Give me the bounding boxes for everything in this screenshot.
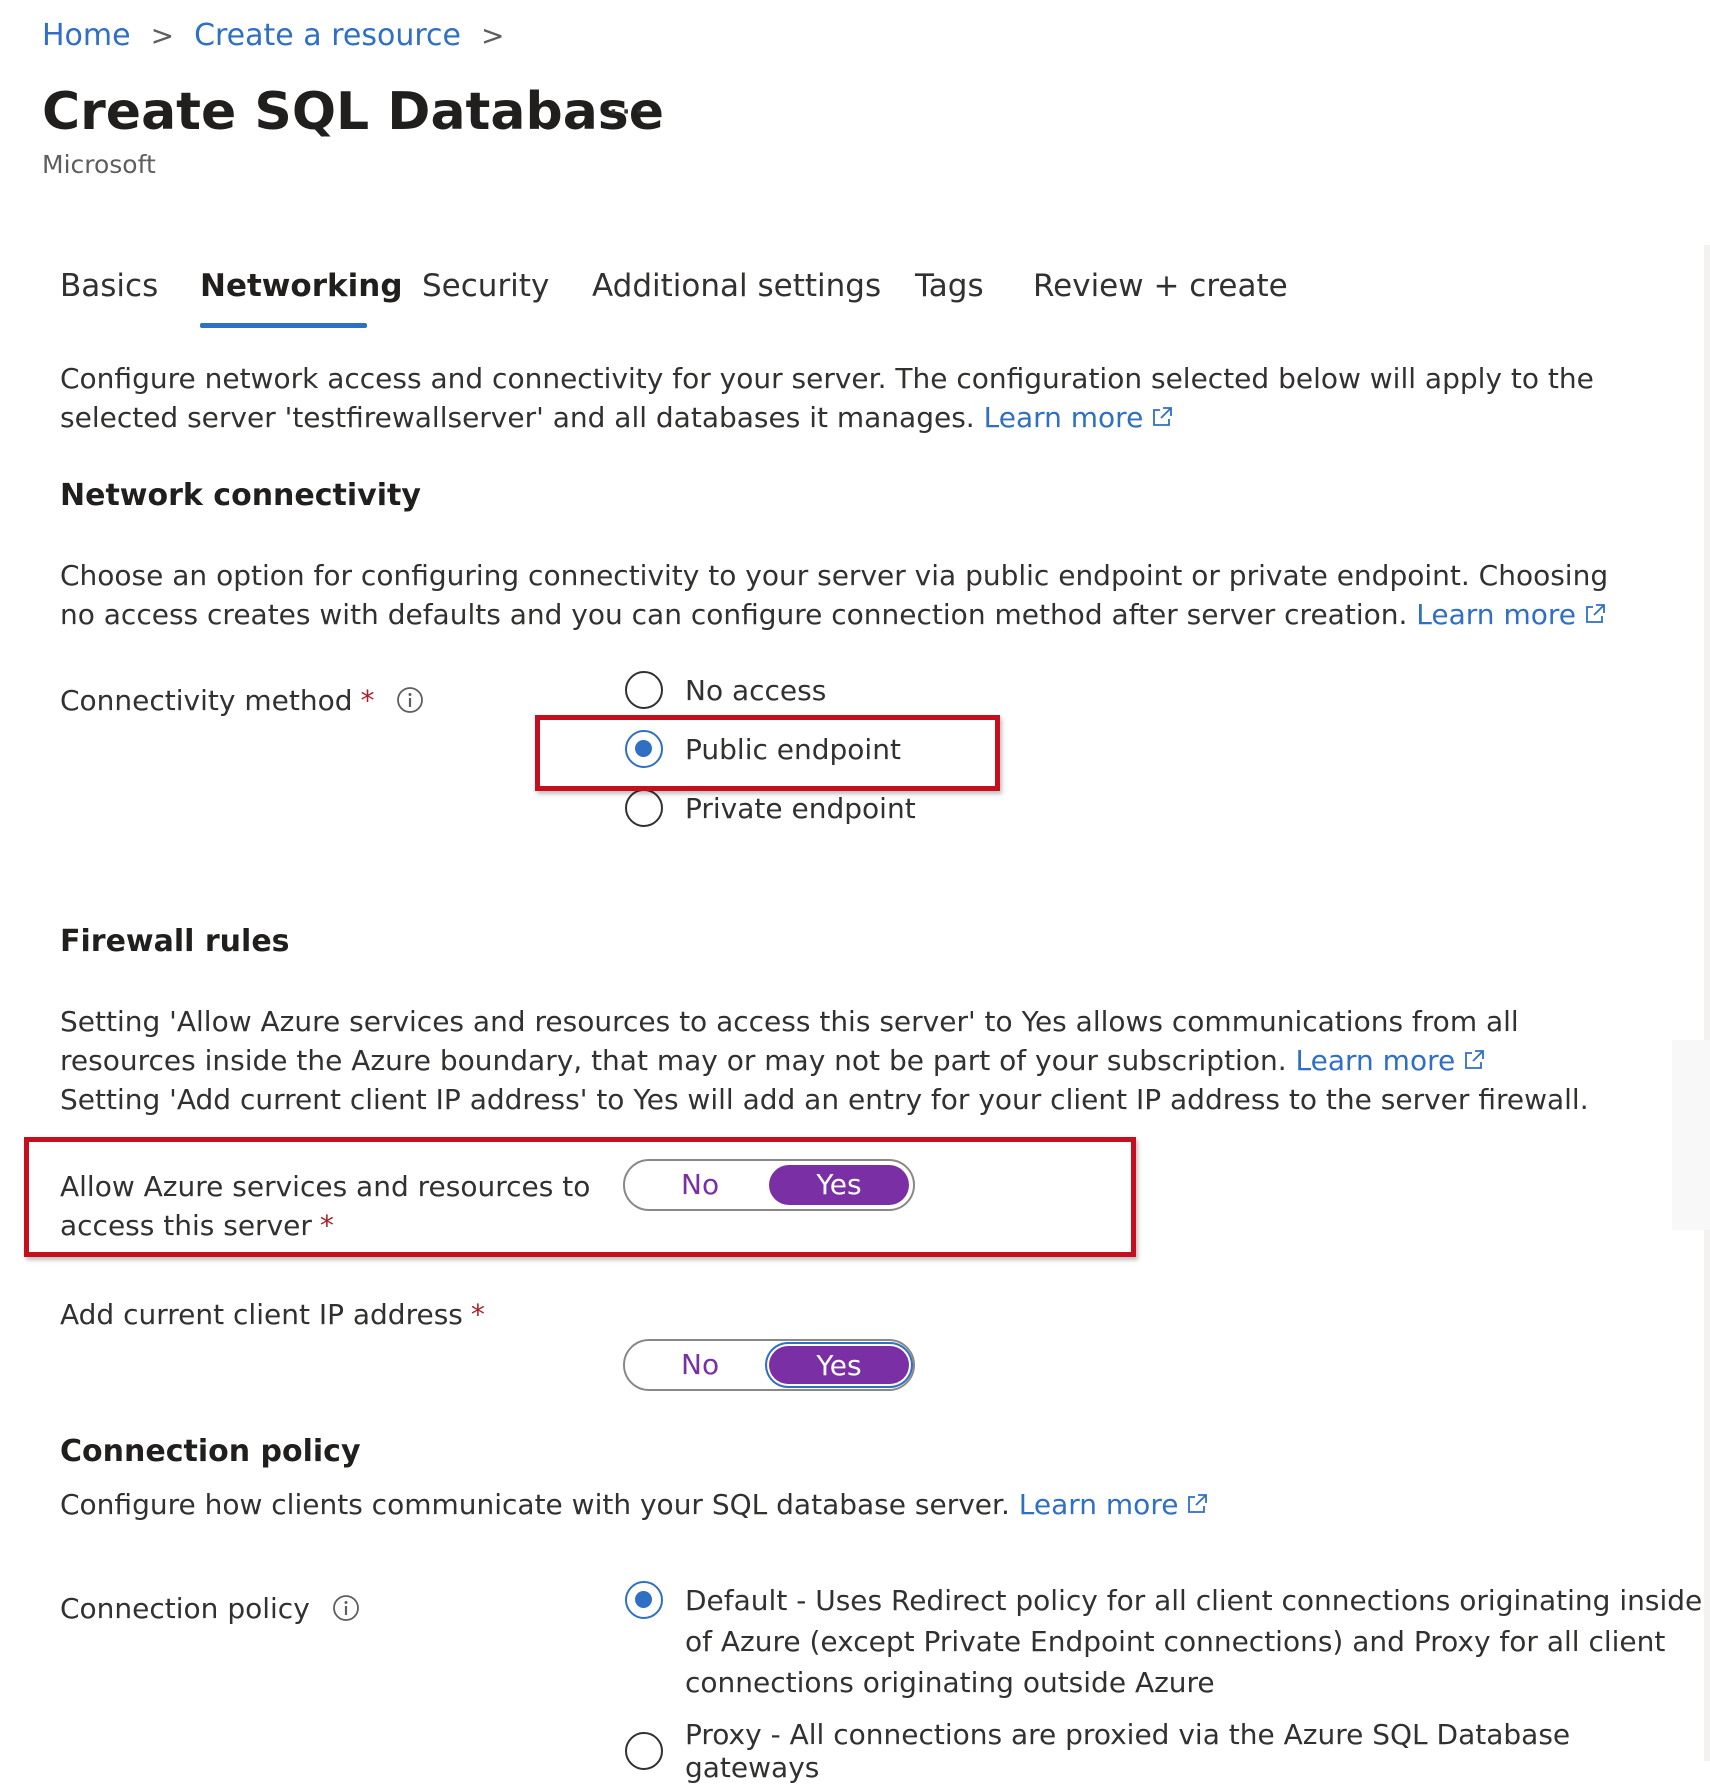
breadcrumb: Home > Create a resource > bbox=[42, 18, 524, 53]
connection-policy-heading: Connection policy bbox=[60, 1434, 361, 1469]
breadcrumb-home[interactable]: Home bbox=[42, 18, 131, 53]
add-client-ip-toggle[interactable]: No Yes bbox=[623, 1339, 915, 1391]
radio-policy-proxy[interactable]: Proxy - All connections are proxied via … bbox=[625, 1718, 1710, 1784]
breadcrumb-create-resource[interactable]: Create a resource bbox=[194, 18, 461, 53]
network-learn-more-link[interactable]: Learn more bbox=[1416, 598, 1606, 631]
tab-additional-settings[interactable]: Additional settings bbox=[592, 268, 881, 304]
external-link-icon bbox=[1153, 407, 1173, 426]
external-link-icon bbox=[1188, 1494, 1208, 1513]
radio-circle[interactable] bbox=[625, 671, 663, 709]
page-title: Create SQL Database bbox=[42, 82, 665, 142]
external-link-icon bbox=[1465, 1050, 1485, 1069]
intro-description: Configure network access and connectivit… bbox=[60, 362, 1594, 434]
radio-private-endpoint[interactable]: Private endpoint bbox=[625, 789, 916, 827]
scrollbar-track[interactable] bbox=[1704, 245, 1710, 1761]
policy-default-text: Default - Uses Redirect policy for all c… bbox=[685, 1584, 1703, 1699]
connection-policy-learn-more-link[interactable]: Learn more bbox=[1019, 1488, 1209, 1521]
intro-text: Configure network access and connectivit… bbox=[60, 359, 1620, 437]
connection-policy-description: Configure how clients communicate with y… bbox=[60, 1488, 1010, 1521]
radio-no-access[interactable]: No access bbox=[625, 671, 826, 709]
external-link-icon bbox=[1586, 604, 1605, 623]
add-client-ip-label: Add current client IP address * bbox=[60, 1298, 485, 1331]
required-marker: * bbox=[360, 684, 375, 717]
radio-circle[interactable] bbox=[625, 789, 663, 827]
chevron-right-icon: > bbox=[150, 19, 175, 52]
tab-networking[interactable]: Networking bbox=[200, 268, 403, 304]
connectivity-method-label: Connectivity method * bbox=[60, 681, 424, 720]
required-marker: * bbox=[470, 1298, 485, 1331]
firewall-rules-heading: Firewall rules bbox=[60, 924, 290, 959]
connection-policy-label: Connection policy bbox=[60, 1589, 360, 1628]
info-icon[interactable] bbox=[332, 1594, 360, 1622]
tab-tags[interactable]: Tags bbox=[915, 268, 984, 304]
chevron-right-icon: > bbox=[480, 19, 505, 52]
page-subtitle: Microsoft bbox=[42, 150, 156, 179]
public-endpoint-highlight-box bbox=[535, 715, 1000, 791]
intro-learn-more-link[interactable]: Learn more bbox=[984, 401, 1174, 434]
more-options-icon[interactable]: ··· bbox=[608, 92, 646, 132]
firewall-text: Setting 'Allow Azure services and resour… bbox=[60, 1002, 1620, 1119]
allow-azure-highlight-box bbox=[24, 1137, 1136, 1257]
radio-circle[interactable] bbox=[625, 1732, 663, 1770]
firewall-learn-more-link[interactable]: Learn more bbox=[1296, 1044, 1486, 1077]
tab-review-create[interactable]: Review + create bbox=[1033, 268, 1288, 304]
tab-basics[interactable]: Basics bbox=[60, 268, 158, 304]
radio-policy-default[interactable]: Default - Uses Redirect policy for all c… bbox=[625, 1580, 1702, 1703]
toggle-no-option[interactable]: No bbox=[681, 1341, 719, 1389]
toggle-yes-option[interactable]: Yes bbox=[769, 1346, 909, 1384]
network-connectivity-description: Choose an option for configuring connect… bbox=[60, 559, 1609, 631]
tab-security[interactable]: Security bbox=[422, 268, 549, 304]
scrollbar-thumb[interactable] bbox=[1672, 1040, 1710, 1230]
firewall-description-2: Setting 'Add current client IP address' … bbox=[60, 1083, 1589, 1116]
network-connectivity-text: Choose an option for configuring connect… bbox=[60, 556, 1620, 634]
network-connectivity-heading: Network connectivity bbox=[60, 478, 421, 513]
connection-policy-text: Configure how clients communicate with y… bbox=[60, 1485, 1620, 1524]
radio-circle-selected[interactable] bbox=[625, 1581, 663, 1619]
active-tab-indicator bbox=[200, 323, 367, 328]
info-icon[interactable] bbox=[396, 686, 424, 714]
